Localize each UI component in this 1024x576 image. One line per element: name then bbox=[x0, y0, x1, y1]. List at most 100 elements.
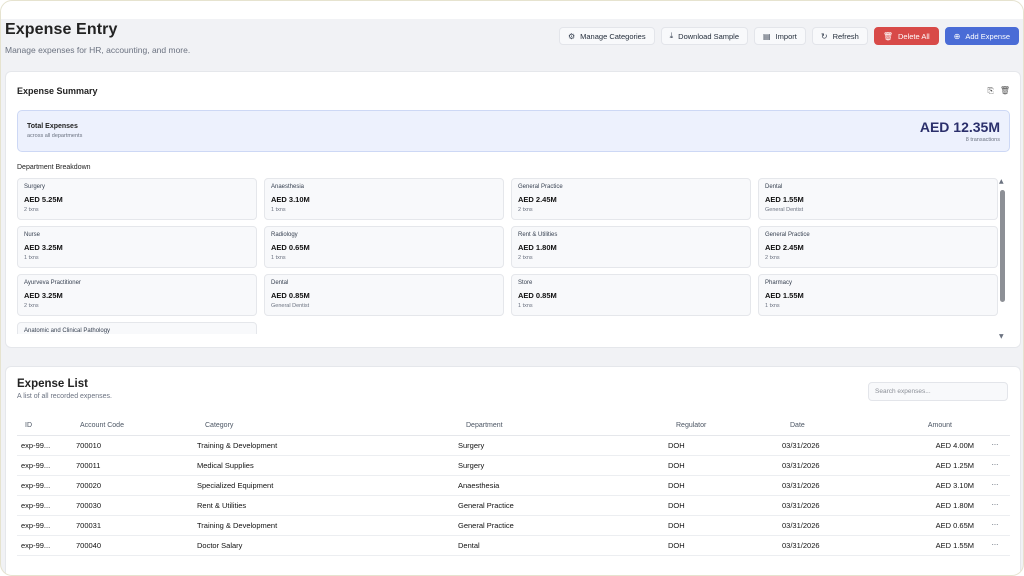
app-window: Expense Entry Manage expenses for HR, ac… bbox=[0, 0, 1024, 576]
table-row[interactable]: exp-99... 700040 Doctor Salary Dental DOH 03/… bbox=[17, 535, 1010, 556]
col-amount[interactable]: Amount bbox=[880, 417, 980, 436]
scroll-thumb[interactable] bbox=[1000, 190, 1005, 302]
cell-id: exp-99... bbox=[17, 495, 72, 516]
cell-amount: AED 4.00M bbox=[880, 435, 980, 456]
table-row[interactable]: exp-99... 700030 Rent & Utilities General P… bbox=[17, 495, 1010, 516]
cell-category: Specialized Equipment bbox=[197, 475, 458, 496]
add-expense-label: Add Expense bbox=[965, 31, 1010, 41]
delete-icon[interactable]: 🗑 bbox=[1000, 86, 1010, 96]
department-card[interactable]: Nurse AED 3.25M 1 txns bbox=[17, 226, 257, 268]
total-amount: AED 12.35M bbox=[919, 119, 1000, 135]
table-row[interactable]: exp-99... 700010 Training & Development Sur… bbox=[17, 435, 1010, 456]
cell-category: Training & Development bbox=[197, 515, 458, 536]
department-name: Ayurveva Practitioner bbox=[24, 280, 81, 286]
scroll-up-icon[interactable]: ▲ bbox=[999, 178, 1004, 185]
cell-regulator: DOH bbox=[668, 455, 782, 476]
department-amount: AED 0.85M bbox=[271, 291, 310, 300]
department-amount: AED 1.55M bbox=[765, 195, 804, 204]
department-name: Nurse bbox=[24, 232, 41, 238]
toolbar: ⚙ Manage Categories ⤓ Download Sample ▤ … bbox=[558, 27, 1019, 45]
department-name: Radiology bbox=[271, 232, 298, 238]
summary-title: Expense Summary bbox=[17, 86, 98, 96]
add-expense-button[interactable]: ⊕ Add Expense bbox=[944, 27, 1019, 45]
table-row[interactable]: exp-99... 700031 Training & Development Gen… bbox=[17, 515, 1010, 536]
col-date[interactable]: Date bbox=[782, 417, 880, 436]
cell-regulator: DOH bbox=[668, 475, 782, 496]
department-amount: AED 2.45M bbox=[765, 243, 804, 252]
cell-id: exp-99... bbox=[17, 535, 72, 556]
cell-date: 03/31/2026 bbox=[782, 475, 880, 496]
cell-amount: AED 1.55M bbox=[880, 535, 980, 556]
delete-all-button[interactable]: 🗑 Delete All bbox=[873, 27, 939, 45]
department-name: Surgery bbox=[24, 184, 46, 190]
department-card[interactable]: Pharmacy AED 1.55M 1 txns bbox=[758, 274, 998, 316]
col-account-code[interactable]: Account Code bbox=[72, 417, 197, 436]
department-sub: 1 txns bbox=[765, 303, 780, 309]
search-input[interactable] bbox=[868, 382, 1008, 401]
download-icon: ⤓ bbox=[669, 31, 674, 40]
department-grid: Surgery AED 5.25M 2 txns Anaesthesia AED 3.1… bbox=[17, 178, 1001, 334]
department-card[interactable]: Ayurveva Practitioner AED 3.25M 2 txns bbox=[17, 274, 257, 316]
cell-department: Surgery bbox=[458, 455, 668, 476]
row-menu-icon[interactable]: ··· bbox=[980, 535, 1010, 556]
expense-list-card: Expense List A list of all recorded expe… bbox=[5, 366, 1021, 575]
col-regulator[interactable]: Regulator bbox=[668, 417, 782, 436]
row-menu-icon[interactable]: ··· bbox=[980, 475, 1010, 496]
cell-date: 03/31/2026 bbox=[782, 435, 880, 456]
delete-all-label: Delete All bbox=[897, 31, 930, 41]
total-label: Total Expenses bbox=[27, 123, 78, 130]
row-menu-icon[interactable]: ··· bbox=[980, 495, 1010, 516]
cell-department: General Practice bbox=[458, 495, 668, 516]
department-card[interactable]: General Practice AED 2.45M 2 txns bbox=[758, 226, 998, 268]
total-expenses-box: Total Expenses across all departments AE… bbox=[17, 110, 1010, 152]
row-menu-icon[interactable]: ··· bbox=[980, 435, 1010, 456]
row-menu-icon[interactable]: ··· bbox=[980, 515, 1010, 536]
department-card[interactable]: Store AED 0.85M 1 txns bbox=[511, 274, 751, 316]
department-card[interactable]: Radiology AED 0.65M 1 txns bbox=[264, 226, 504, 268]
col-category[interactable]: Category bbox=[197, 417, 458, 436]
department-sub: 1 txns bbox=[518, 303, 533, 309]
department-sub: General Dentist bbox=[271, 303, 310, 309]
top-strip bbox=[1, 1, 1023, 19]
total-sublabel: across all departments bbox=[27, 133, 83, 139]
manage-categories-button[interactable]: ⚙ Manage Categories bbox=[558, 27, 655, 45]
department-card[interactable]: Anaesthesia AED 3.10M 1 txns bbox=[264, 178, 504, 220]
department-amount: AED 3.10M bbox=[271, 195, 310, 204]
refresh-button[interactable]: ↻ Refresh bbox=[811, 27, 868, 45]
department-card[interactable]: Rent & Utilities AED 1.80M 2 txns bbox=[511, 226, 751, 268]
gear-icon: ⚙ bbox=[567, 31, 576, 41]
department-sub: 2 txns bbox=[518, 207, 533, 213]
col-id[interactable]: ID bbox=[17, 417, 72, 436]
cell-regulator: DOH bbox=[668, 495, 782, 516]
refresh-icon: ↻ bbox=[820, 31, 828, 41]
cell-code: 700030 bbox=[72, 495, 197, 516]
department-card[interactable]: Dental AED 0.85M General Dentist bbox=[264, 274, 504, 316]
total-count: 8 transactions bbox=[965, 137, 1000, 143]
table-row[interactable]: exp-99... 700020 Specialized Equipment Anae… bbox=[17, 475, 1010, 496]
list-title: Expense List bbox=[17, 378, 88, 390]
import-label: Import bbox=[775, 31, 797, 41]
department-card[interactable]: General Practice AED 2.45M 2 txns bbox=[511, 178, 751, 220]
breakdown-scrollbar[interactable]: ▲ ▼ bbox=[999, 178, 1006, 340]
export-icon[interactable]: ⎘ bbox=[987, 86, 993, 96]
import-button[interactable]: ▤ Import bbox=[754, 27, 806, 45]
cell-department: Surgery bbox=[458, 435, 668, 456]
cell-code: 700031 bbox=[72, 515, 197, 536]
cell-regulator: DOH bbox=[668, 535, 782, 556]
department-card[interactable]: Dental AED 1.55M General Dentist bbox=[758, 178, 998, 220]
department-name: Store bbox=[518, 280, 533, 286]
scroll-down-icon[interactable]: ▼ bbox=[999, 333, 1004, 340]
cell-code: 700011 bbox=[72, 455, 197, 476]
col-department[interactable]: Department bbox=[458, 417, 668, 436]
plus-circle-icon: ⊕ bbox=[953, 31, 961, 41]
department-sub: 2 txns bbox=[765, 255, 780, 261]
department-card[interactable]: Surgery AED 5.25M 2 txns bbox=[17, 178, 257, 220]
table-row[interactable]: exp-99... 700011 Medical Supplies Surgery DO… bbox=[17, 455, 1010, 476]
download-sample-button[interactable]: ⤓ Download Sample bbox=[660, 27, 749, 45]
department-sub: 2 txns bbox=[518, 255, 533, 261]
row-menu-icon[interactable]: ··· bbox=[980, 455, 1010, 476]
department-name: Dental bbox=[271, 280, 289, 286]
cell-amount: AED 0.65M bbox=[880, 515, 980, 536]
department-name: Pharmacy bbox=[765, 280, 793, 286]
department-card[interactable]: Anatomic and Clinical Pathology bbox=[17, 322, 257, 334]
